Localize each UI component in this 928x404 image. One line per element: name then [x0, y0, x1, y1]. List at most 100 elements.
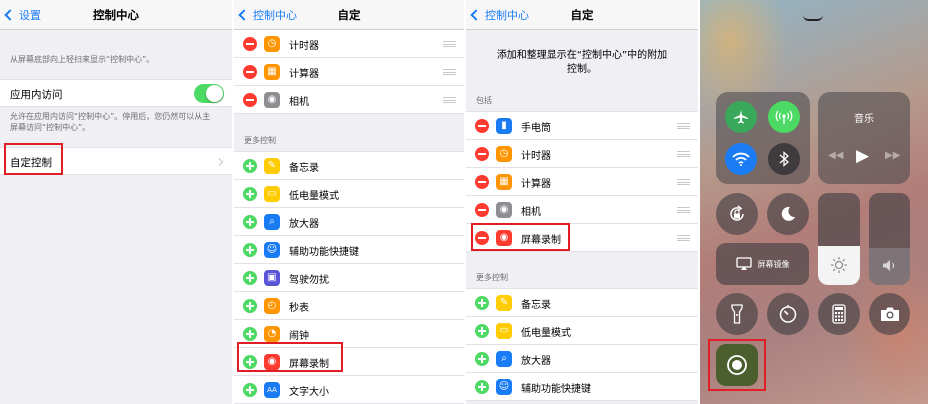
notes-icon: ✎ — [496, 295, 512, 311]
add-icon[interactable] — [243, 215, 257, 229]
timer-button[interactable] — [767, 293, 809, 335]
list-item[interactable]: ▭ 低电量模式 — [466, 317, 698, 345]
remove-icon[interactable] — [243, 65, 257, 79]
customize-label: 自定控制 — [10, 157, 52, 169]
item-label: 辅助功能快捷键 — [289, 247, 359, 258]
intro-text: 添加和整理显示在“控制中心”中的附加 控制。 — [466, 49, 698, 77]
list-item[interactable]: ◔ 闹钟 — [234, 320, 464, 348]
add-icon[interactable] — [475, 324, 489, 338]
screen-mirroring-icon — [735, 257, 752, 270]
music-label: 音乐 — [854, 114, 874, 125]
volume-slider[interactable] — [869, 193, 910, 285]
item-label: 相机 — [521, 207, 541, 218]
list-item[interactable]: ◉ 相机 — [466, 196, 698, 224]
remove-icon[interactable] — [243, 93, 257, 107]
add-icon[interactable] — [243, 187, 257, 201]
reorder-handle-icon[interactable] — [677, 151, 690, 157]
music-module[interactable]: 音乐 ◀◀ ▶ ▶▶ — [818, 92, 910, 184]
access-toggle[interactable] — [194, 84, 224, 103]
list-item[interactable]: ▦ 计算器 — [466, 168, 698, 196]
reorder-handle-icon[interactable] — [443, 41, 456, 47]
list-item[interactable]: ◉ 屏幕录制 — [234, 348, 464, 376]
control-center-settings-screen: 设置 控制中心 从屏幕底部向上轻扫来显示“控制中心”。 应用内访问 允许在应用内… — [0, 0, 232, 404]
remove-icon[interactable] — [475, 119, 489, 133]
list-item[interactable]: ☺ 辅助功能快捷键 — [466, 373, 698, 401]
bluetooth-button[interactable] — [768, 143, 800, 175]
rotation-lock-icon — [730, 205, 744, 221]
list-item[interactable]: ▭ 低电量模式 — [234, 180, 464, 208]
access-note-line1: 允许在应用内访问“控制中心”。停用后，您仍然可以从主 — [10, 112, 211, 121]
reorder-handle-icon[interactable] — [677, 179, 690, 185]
calculator-button[interactable] — [818, 293, 860, 335]
add-icon[interactable] — [475, 352, 489, 366]
remove-icon[interactable] — [475, 203, 489, 217]
add-icon[interactable] — [475, 296, 489, 310]
add-icon[interactable] — [475, 380, 489, 394]
remove-icon[interactable] — [475, 147, 489, 161]
list-item[interactable]: ⌕ 放大器 — [466, 345, 698, 373]
item-label: 低电量模式 — [289, 191, 339, 202]
customize-screen-a: 控制中心 自定 ◷ 计时器 ▦ 计算器 ◉ 相机 更多控制 ✎ 备忘录 ▭ 低电量模式 ⌕ 放大器 ☺… — [234, 0, 464, 404]
brightness-slider[interactable] — [818, 193, 860, 285]
cellular-data-button[interactable] — [768, 101, 800, 133]
rewind-icon[interactable]: ◀◀ — [828, 150, 843, 161]
add-icon[interactable] — [243, 159, 257, 173]
list-item[interactable]: ◉ 相机 — [234, 86, 464, 114]
list-item[interactable]: ✎ 备忘录 — [234, 152, 464, 180]
list-item[interactable]: ☺ 辅助功能快捷键 — [234, 236, 464, 264]
item-label: 放大器 — [289, 219, 319, 230]
screen-record-button[interactable] — [716, 344, 758, 386]
list-item[interactable]: ◷ 计时器 — [466, 140, 698, 168]
add-icon[interactable] — [243, 243, 257, 257]
reorder-handle-icon[interactable] — [443, 69, 456, 75]
bluetooth-icon — [779, 151, 789, 167]
list-item[interactable]: ◷ 计时器 — [234, 30, 464, 58]
list-item[interactable]: ▮ 手电筒 — [466, 112, 698, 140]
item-label: 放大器 — [521, 356, 551, 367]
rotation-lock-button[interactable] — [716, 193, 758, 235]
swipe-note: 从屏幕底部向上轻扫来显示“控制中心”。 — [10, 55, 155, 64]
item-label: 备忘录 — [521, 300, 551, 311]
dismiss-chevron-icon[interactable] — [803, 15, 823, 21]
remove-icon[interactable] — [475, 175, 489, 189]
item-label: 驾驶勿扰 — [289, 275, 329, 286]
flashlight-button[interactable] — [716, 293, 758, 335]
list-item[interactable]: ⌕ 放大器 — [234, 208, 464, 236]
add-icon[interactable] — [243, 327, 257, 341]
do-not-disturb-button[interactable] — [767, 193, 809, 235]
remove-icon[interactable] — [475, 231, 489, 245]
airplane-mode-button[interactable] — [725, 101, 757, 133]
included-list: ▮ 手电筒 ◷ 计时器 ▦ 计算器 ◉ 相机 ◉ 屏幕录制 — [466, 111, 698, 252]
calculator-icon: ▦ — [264, 64, 280, 80]
screen-mirroring-button[interactable]: 屏幕镜像 — [716, 243, 809, 285]
add-icon[interactable] — [243, 271, 257, 285]
camera-icon: ◉ — [496, 202, 512, 218]
fast-forward-icon[interactable]: ▶▶ — [885, 150, 900, 161]
remove-icon[interactable] — [243, 37, 257, 51]
list-item[interactable]: ▦ 计算器 — [234, 58, 464, 86]
add-icon[interactable] — [243, 299, 257, 313]
text-size-icon: AA — [264, 382, 280, 398]
wifi-button[interactable] — [725, 143, 757, 175]
item-label: 文字大小 — [289, 387, 329, 398]
included-header: 包括 — [476, 96, 492, 105]
reorder-handle-icon[interactable] — [677, 207, 690, 213]
toggle-knob — [206, 85, 223, 102]
play-icon[interactable]: ▶ — [856, 146, 869, 166]
reorder-handle-icon[interactable] — [677, 235, 690, 241]
list-item[interactable]: ◴ 秒表 — [234, 292, 464, 320]
calculator-icon: ▦ — [496, 174, 512, 190]
reorder-handle-icon[interactable] — [443, 97, 456, 103]
customize-controls-row[interactable]: 自定控制 — [0, 147, 232, 175]
nav-bar: 设置 控制中心 — [0, 0, 232, 30]
add-icon[interactable] — [243, 383, 257, 397]
list-item[interactable]: ▣ 驾驶勿扰 — [234, 264, 464, 292]
add-icon[interactable] — [243, 355, 257, 369]
intro-line2: 控制。 — [567, 64, 597, 75]
magnifier-icon: ⌕ — [264, 214, 280, 230]
camera-button[interactable] — [869, 293, 910, 335]
list-item[interactable]: AA 文字大小 — [234, 376, 464, 404]
list-item[interactable]: ✎ 备忘录 — [466, 289, 698, 317]
list-item[interactable]: ◉ 屏幕录制 — [466, 224, 698, 252]
reorder-handle-icon[interactable] — [677, 123, 690, 129]
